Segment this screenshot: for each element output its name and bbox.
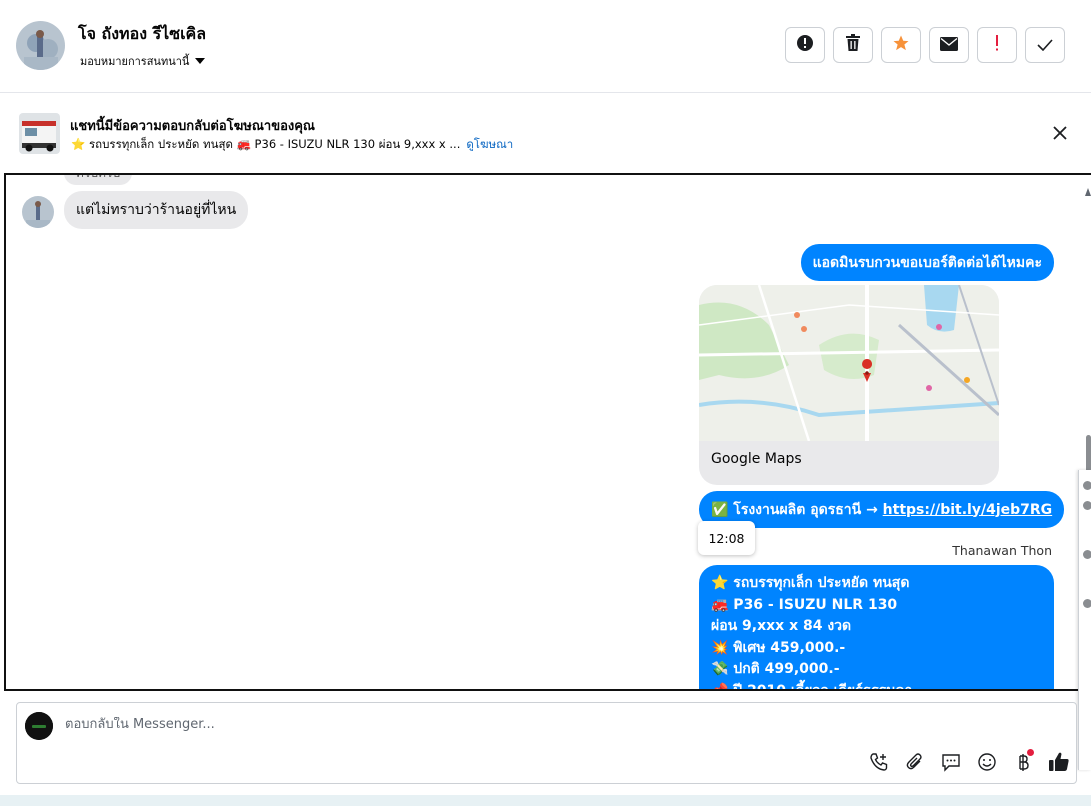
chat-scrollbar-thumb[interactable] [1086,435,1091,473]
ad-thumbnail[interactable] [19,113,60,154]
call-add-icon[interactable] [866,749,892,775]
panel-dot-icon [1083,550,1091,559]
composer-toolbar [866,749,1072,775]
message-thread[interactable]: ครบครับ แต่ไม่ทราบว่าร้านอยู่ที่ไหน แอดม… [4,173,1091,691]
paperclip-icon[interactable] [902,749,928,775]
link-message-text: ✅ โรงงานผลิต อุดรธานี → [711,501,878,518]
panel-dot-icon [1083,501,1091,510]
star-button[interactable] [881,27,921,63]
baht-payment-icon[interactable] [1010,749,1036,775]
star-icon [892,34,910,56]
unread-button[interactable] [929,27,969,63]
thumbs-up-icon[interactable] [1046,749,1072,775]
promo-line: 💸 ปกติ 499,000.- [711,661,840,677]
panel-dot-icon [1083,481,1091,490]
outgoing-message: แอดมินรบกวนขอเบอร์ติดต่อได้ไหมคะ [800,244,1054,281]
exclamation-icon [994,34,1000,56]
outgoing-promo-message: ⭐ รถบรรทุกเล็ก ประหยัด ทนสุด 🚒 P36 - ISU… [699,565,1054,691]
panel-dot-icon [1083,599,1091,608]
report-button[interactable] [785,27,825,63]
sender-name: Thanawan Thon [952,543,1052,558]
assign-label: มอบหมายการสนทนานี้ [80,55,190,68]
timestamp-tooltip: 12:08 [698,521,755,555]
alert-circle-icon [796,34,814,56]
promo-line: ผ่อน 9,xxx x 84 งวด [711,618,852,634]
contact-name: โจ ถังทอง รีไซเคิล [78,24,207,43]
ad-banner-subtitle-row: ⭐ รถบรรทุกเล็ก ประหยัด ทนสุด 🚒 P36 - ISU… [71,136,513,154]
ad-banner-title: แชทนี้มีข้อความตอบกลับต่อโฆษณาของคุณ [70,119,315,134]
view-ad-link[interactable]: ดูโฆษณา [466,136,513,154]
ad-banner-subtitle: ⭐ รถบรรทุกเล็ก ประหยัด ทนสุด 🚒 P36 - ISU… [71,137,461,151]
reply-composer [16,702,1077,784]
scroll-up-icon[interactable] [1085,181,1091,196]
close-icon[interactable] [1050,123,1070,143]
checkmark-icon [1037,36,1053,55]
contact-avatar-small [22,196,54,228]
assign-conversation-dropdown[interactable]: มอบหมายการสนทนานี้ [80,52,206,70]
incoming-message-clipped: ครบครับ [64,175,133,185]
emoji-icon[interactable] [974,749,1000,775]
reply-input[interactable] [65,717,765,732]
envelope-icon [940,36,958,55]
side-panel-edge[interactable] [1078,470,1091,770]
important-button[interactable] [977,27,1017,63]
page-avatar [25,712,53,740]
factory-link[interactable]: https://bit.ly/4jeb7RG [883,502,1052,518]
promo-line: ⭐ รถบรรทุกเล็ก ประหยัด ทนสุด [711,575,910,591]
delete-button[interactable] [833,27,873,63]
map-caption: Google Maps [711,451,802,467]
promo-line: 📌 ปี 2010 เลี้ยวอ เกียร์ธรรมดา [711,682,913,691]
promo-line: 🚒 P36 - ISUZU NLR 130 [711,596,898,613]
promo-line: 💥 พิเศษ 459,000.- [711,639,846,656]
trash-icon [845,34,861,56]
ad-reply-banner: แชทนี้มีข้อความตอบกลับต่อโฆษณาของคุณ ⭐ ร… [0,93,1091,173]
contact-avatar[interactable] [16,21,65,70]
conversation-toolbar [785,27,1065,63]
caret-down-icon [195,55,206,68]
incoming-message: แต่ไม่ทราบว่าร้านอยู่ที่ไหน [64,191,249,229]
map-preview-image [699,285,999,442]
map-attachment-card[interactable]: Google Maps [699,285,999,485]
notification-dot [1027,749,1034,756]
bottom-strip [0,795,1091,806]
done-button[interactable] [1025,27,1065,63]
conversation-header: โจ ถังทอง รีไซเคิล มอบหมายการสนทนานี้ [0,0,1091,93]
saved-reply-icon[interactable] [938,749,964,775]
